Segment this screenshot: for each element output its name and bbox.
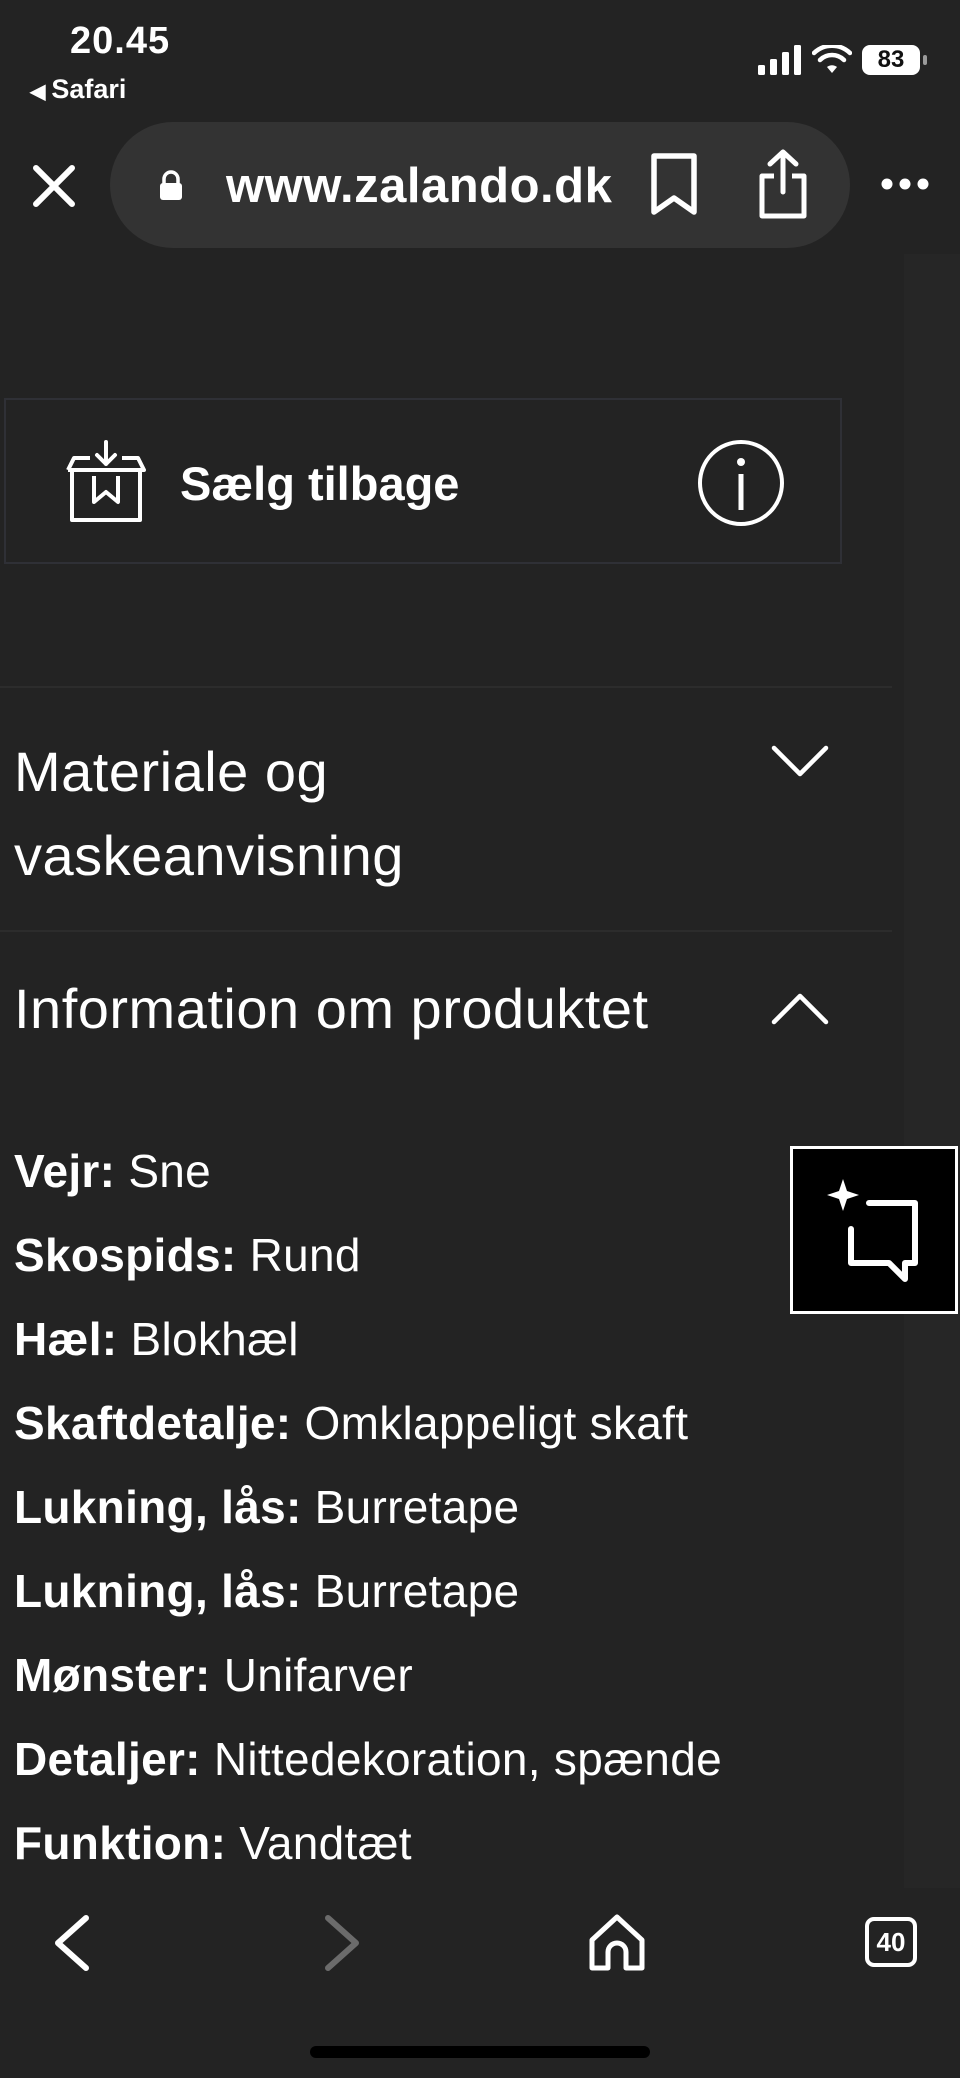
status-time: 20.45	[70, 20, 171, 62]
spec-value: Unifarver	[210, 1649, 414, 1701]
lock-icon	[160, 170, 182, 200]
spec-key: Funktion:	[14, 1817, 227, 1869]
back-to-app-link[interactable]: ◀ Safari	[30, 74, 126, 105]
spec-item: Lukning, lås: Burretape	[14, 1556, 722, 1640]
back-chevron-icon[interactable]	[48, 1912, 94, 1974]
close-icon[interactable]	[28, 160, 80, 212]
forward-chevron-icon[interactable]	[320, 1912, 366, 1974]
share-icon[interactable]	[756, 148, 810, 220]
wifi-icon	[812, 45, 852, 73]
spec-value: Rund	[236, 1229, 361, 1281]
battery-icon: 83	[862, 45, 927, 75]
bookmark-icon[interactable]	[648, 152, 700, 216]
spec-item: Lukning, lås: Burretape	[14, 1472, 722, 1556]
spec-key: Vejr:	[14, 1145, 116, 1197]
section-divider	[0, 686, 892, 688]
chevron-up-icon[interactable]	[770, 990, 830, 1028]
spec-key: Skaftdetalje:	[14, 1397, 292, 1449]
spec-item: Skospids: Rund	[14, 1220, 722, 1304]
product-spec-list: Vejr: Sne Skospids: Rund Hæl: Blokhæl Sk…	[14, 1136, 722, 1892]
home-icon[interactable]	[588, 1912, 646, 1972]
spec-value: Nittedekoration, spænde	[200, 1733, 722, 1785]
spec-item: Vejr: Sne	[14, 1136, 722, 1220]
spec-item: Mønster: Unifarver	[14, 1640, 722, 1724]
battery-level: 83	[877, 46, 905, 73]
spec-value: Vandtæt	[226, 1817, 412, 1869]
spec-key: Detaljer:	[14, 1733, 201, 1785]
spec-value: Blokhæl	[117, 1313, 299, 1365]
chevron-down-icon[interactable]	[770, 742, 830, 780]
feedback-button[interactable]	[790, 1146, 958, 1314]
material-section-title[interactable]: Materiale og vaskeanvisning	[14, 730, 534, 898]
spec-key: Lukning, lås:	[14, 1565, 302, 1617]
scrollbar-track[interactable]	[904, 254, 960, 1888]
spec-item: Skaftdetalje: Omklappeligt skaft	[14, 1388, 722, 1472]
spec-item: Detaljer: Nittedekoration, spænde	[14, 1724, 722, 1808]
url-text[interactable]: www.zalando.dk	[226, 158, 612, 214]
spec-item: Hæl: Blokhæl	[14, 1304, 722, 1388]
more-icon[interactable]	[880, 176, 930, 192]
back-triangle-icon: ◀	[30, 81, 46, 103]
status-icons: 83	[758, 40, 927, 80]
spec-item: Funktion: Vandtæt	[14, 1808, 722, 1892]
cellular-signal-icon	[758, 45, 801, 75]
home-indicator[interactable]	[310, 2046, 650, 2058]
spec-key: Hæl:	[14, 1313, 118, 1365]
sparkle-chat-icon	[827, 1179, 918, 1282]
spec-value: Burretape	[301, 1481, 520, 1533]
spec-key: Mønster:	[14, 1649, 211, 1701]
section-divider	[0, 930, 892, 932]
info-section-title[interactable]: Information om produktet	[14, 976, 649, 1041]
spec-key: Lukning, lås:	[14, 1481, 302, 1533]
spec-value: Sne	[115, 1145, 212, 1197]
spec-value: Burretape	[301, 1565, 520, 1617]
info-icon[interactable]	[696, 438, 786, 528]
tab-count: 40	[876, 1926, 906, 1957]
spec-value: Omklappeligt skaft	[291, 1397, 689, 1449]
spec-key: Skospids:	[14, 1229, 237, 1281]
sell-back-box-icon	[66, 440, 146, 522]
back-app-label: Safari	[51, 74, 127, 104]
sell-back-label: Sælg tilbage	[180, 457, 460, 510]
